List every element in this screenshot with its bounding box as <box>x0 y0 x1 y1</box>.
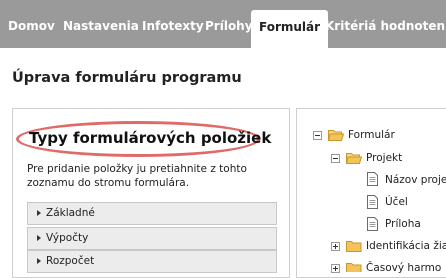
tab-formular[interactable]: Formulár <box>251 10 329 48</box>
tab-prilohy[interactable]: Prílohy <box>205 0 253 48</box>
folder-open-icon <box>328 130 344 141</box>
tree-node-projekt[interactable]: Projekt <box>366 149 402 167</box>
folder-icon <box>346 263 362 272</box>
folder-icon <box>346 241 362 252</box>
page-title: Úprava formuláru programu <box>12 70 242 86</box>
item-types-heading: Typy formulárových položiek <box>29 129 272 147</box>
document-icon <box>367 172 378 186</box>
tab-domov[interactable]: Domov <box>8 0 55 48</box>
accordion-item-vypocty[interactable]: Výpočty <box>27 227 277 250</box>
accordion-item-label: Základné <box>46 207 95 219</box>
top-navigation: Domov Nastavenia Infotexty Prílohy Formu… <box>0 0 446 48</box>
tab-kriteria-hodnotenia[interactable]: Kritériá hodnotenia <box>325 0 446 48</box>
tree-node-priloha[interactable]: Príloha <box>385 215 421 233</box>
folder-open-icon <box>346 153 362 164</box>
accordion-item-zakladne[interactable]: Základné <box>27 202 277 225</box>
tree-node-casovy-harmonogram[interactable]: Časový harmo <box>366 259 441 277</box>
accordion-item-label: Rozpočet <box>46 255 95 267</box>
tree-node-identifikacia-ziadatela[interactable]: Identifikácia žia <box>366 237 446 255</box>
chevron-right-icon <box>37 257 41 264</box>
collapse-toggle-icon[interactable] <box>331 154 340 163</box>
accordion-item-label: Výpočty <box>46 232 89 244</box>
accordion-item-rozpocet[interactable]: Rozpočet <box>27 250 277 273</box>
collapse-toggle-icon[interactable] <box>313 131 322 140</box>
document-icon <box>367 195 378 209</box>
chevron-right-icon <box>37 209 41 216</box>
chevron-right-icon <box>37 234 41 241</box>
drag-instructions: Pre pridanie položky ju pretiahnite z to… <box>27 163 247 189</box>
document-icon <box>367 217 378 231</box>
expand-toggle-icon[interactable] <box>331 242 340 251</box>
tree-node-formular[interactable]: Formulár <box>348 126 395 144</box>
tab-infotexty[interactable]: Infotexty <box>142 0 204 48</box>
tree-node-nazov-projektu[interactable]: Názov proje <box>385 171 446 189</box>
tab-nastavenia[interactable]: Nastavenia <box>63 0 139 48</box>
tree-node-ucel[interactable]: Účel <box>385 193 408 211</box>
